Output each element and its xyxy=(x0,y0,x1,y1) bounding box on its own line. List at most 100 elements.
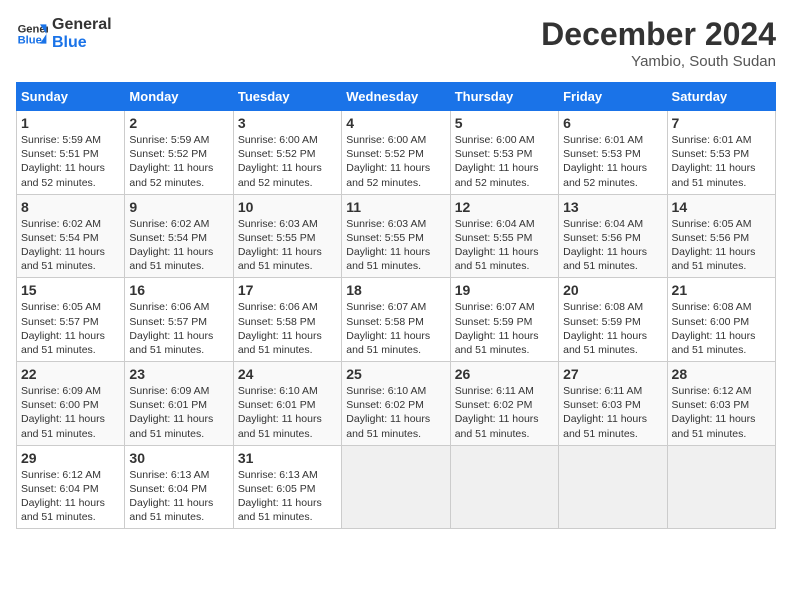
sunrise-label: Sunrise: 6:02 AM xyxy=(21,218,101,230)
day-number: 24 xyxy=(238,366,337,382)
location: Yambio, South Sudan xyxy=(541,53,776,70)
sunset-label: Sunset: 5:52 PM xyxy=(129,148,207,160)
daylight-minutes: and 51 minutes. xyxy=(129,428,204,440)
calendar-cell: 27 Sunrise: 6:11 AM Sunset: 6:03 PM Dayl… xyxy=(559,362,667,446)
day-info: Sunrise: 6:07 AM Sunset: 5:58 PM Dayligh… xyxy=(346,300,445,357)
day-number: 30 xyxy=(129,450,228,466)
daylight-label: Daylight: 11 hours xyxy=(455,246,539,258)
calendar-cell: 29 Sunrise: 6:12 AM Sunset: 6:04 PM Dayl… xyxy=(17,445,125,529)
sunrise-label: Sunrise: 6:00 AM xyxy=(455,134,535,146)
calendar-cell: 13 Sunrise: 6:04 AM Sunset: 5:56 PM Dayl… xyxy=(559,194,667,278)
sunrise-label: Sunrise: 6:08 AM xyxy=(563,301,643,313)
daylight-label: Daylight: 11 hours xyxy=(21,330,105,342)
day-number: 17 xyxy=(238,282,337,298)
day-number: 25 xyxy=(346,366,445,382)
calendar-week-row: 22 Sunrise: 6:09 AM Sunset: 6:00 PM Dayl… xyxy=(17,362,776,446)
day-number: 2 xyxy=(129,115,228,131)
weekday-header-thursday: Thursday xyxy=(450,83,558,111)
day-number: 26 xyxy=(455,366,554,382)
sunrise-label: Sunrise: 6:03 AM xyxy=(238,218,318,230)
sunrise-label: Sunrise: 6:11 AM xyxy=(563,385,642,397)
daylight-minutes: and 51 minutes. xyxy=(672,428,747,440)
calendar-cell: 23 Sunrise: 6:09 AM Sunset: 6:01 PM Dayl… xyxy=(125,362,233,446)
sunset-label: Sunset: 5:55 PM xyxy=(346,232,424,244)
day-info: Sunrise: 6:06 AM Sunset: 5:57 PM Dayligh… xyxy=(129,300,228,357)
calendar-cell: 10 Sunrise: 6:03 AM Sunset: 5:55 PM Dayl… xyxy=(233,194,341,278)
day-info: Sunrise: 6:11 AM Sunset: 6:03 PM Dayligh… xyxy=(563,384,662,441)
day-info: Sunrise: 6:05 AM Sunset: 5:56 PM Dayligh… xyxy=(672,217,771,274)
daylight-label: Daylight: 11 hours xyxy=(129,162,213,174)
calendar-cell: 8 Sunrise: 6:02 AM Sunset: 5:54 PM Dayli… xyxy=(17,194,125,278)
sunset-label: Sunset: 6:00 PM xyxy=(21,399,99,411)
day-info: Sunrise: 6:13 AM Sunset: 6:05 PM Dayligh… xyxy=(238,468,337,525)
daylight-minutes: and 51 minutes. xyxy=(238,511,313,523)
calendar-cell: 19 Sunrise: 6:07 AM Sunset: 5:59 PM Dayl… xyxy=(450,278,558,362)
sunset-label: Sunset: 6:04 PM xyxy=(129,483,207,495)
day-info: Sunrise: 6:00 AM Sunset: 5:53 PM Dayligh… xyxy=(455,133,554,190)
daylight-minutes: and 51 minutes. xyxy=(346,260,421,272)
calendar-cell xyxy=(559,445,667,529)
day-number: 18 xyxy=(346,282,445,298)
weekday-header-wednesday: Wednesday xyxy=(342,83,450,111)
sunset-label: Sunset: 6:01 PM xyxy=(238,399,316,411)
sunrise-label: Sunrise: 6:12 AM xyxy=(672,385,752,397)
day-number: 9 xyxy=(129,199,228,215)
daylight-minutes: and 51 minutes. xyxy=(563,344,638,356)
sunrise-label: Sunrise: 5:59 AM xyxy=(21,134,101,146)
sunrise-label: Sunrise: 6:09 AM xyxy=(129,385,209,397)
day-info: Sunrise: 6:08 AM Sunset: 5:59 PM Dayligh… xyxy=(563,300,662,357)
calendar-cell: 28 Sunrise: 6:12 AM Sunset: 6:03 PM Dayl… xyxy=(667,362,775,446)
calendar-cell: 9 Sunrise: 6:02 AM Sunset: 5:54 PM Dayli… xyxy=(125,194,233,278)
calendar-cell: 17 Sunrise: 6:06 AM Sunset: 5:58 PM Dayl… xyxy=(233,278,341,362)
sunrise-label: Sunrise: 6:01 AM xyxy=(563,134,643,146)
daylight-label: Daylight: 11 hours xyxy=(129,246,213,258)
daylight-minutes: and 52 minutes. xyxy=(21,177,96,189)
sunset-label: Sunset: 5:54 PM xyxy=(129,232,207,244)
sunset-label: Sunset: 5:59 PM xyxy=(563,316,641,328)
daylight-minutes: and 51 minutes. xyxy=(21,428,96,440)
sunset-label: Sunset: 6:04 PM xyxy=(21,483,99,495)
logo-icon: General Blue xyxy=(16,18,48,50)
sunset-label: Sunset: 6:02 PM xyxy=(455,399,533,411)
day-info: Sunrise: 6:00 AM Sunset: 5:52 PM Dayligh… xyxy=(346,133,445,190)
daylight-minutes: and 51 minutes. xyxy=(672,260,747,272)
day-number: 27 xyxy=(563,366,662,382)
day-number: 15 xyxy=(21,282,120,298)
weekday-header-saturday: Saturday xyxy=(667,83,775,111)
calendar-cell: 24 Sunrise: 6:10 AM Sunset: 6:01 PM Dayl… xyxy=(233,362,341,446)
day-number: 19 xyxy=(455,282,554,298)
sunrise-label: Sunrise: 6:03 AM xyxy=(346,218,426,230)
sunrise-label: Sunrise: 6:13 AM xyxy=(129,469,209,481)
daylight-label: Daylight: 11 hours xyxy=(455,162,539,174)
title-block: December 2024 Yambio, South Sudan xyxy=(541,16,776,70)
day-info: Sunrise: 6:03 AM Sunset: 5:55 PM Dayligh… xyxy=(346,217,445,274)
calendar-cell: 22 Sunrise: 6:09 AM Sunset: 6:00 PM Dayl… xyxy=(17,362,125,446)
daylight-label: Daylight: 11 hours xyxy=(346,413,430,425)
sunset-label: Sunset: 6:03 PM xyxy=(563,399,641,411)
sunset-label: Sunset: 5:58 PM xyxy=(346,316,424,328)
daylight-label: Daylight: 11 hours xyxy=(238,162,322,174)
daylight-label: Daylight: 11 hours xyxy=(455,330,539,342)
logo: General Blue General Blue xyxy=(16,16,112,51)
daylight-minutes: and 51 minutes. xyxy=(238,428,313,440)
day-info: Sunrise: 6:06 AM Sunset: 5:58 PM Dayligh… xyxy=(238,300,337,357)
day-info: Sunrise: 6:11 AM Sunset: 6:02 PM Dayligh… xyxy=(455,384,554,441)
daylight-minutes: and 51 minutes. xyxy=(346,428,421,440)
day-number: 13 xyxy=(563,199,662,215)
daylight-label: Daylight: 11 hours xyxy=(672,413,756,425)
daylight-label: Daylight: 11 hours xyxy=(672,246,756,258)
calendar-week-row: 29 Sunrise: 6:12 AM Sunset: 6:04 PM Dayl… xyxy=(17,445,776,529)
calendar-cell: 21 Sunrise: 6:08 AM Sunset: 6:00 PM Dayl… xyxy=(667,278,775,362)
sunrise-label: Sunrise: 6:12 AM xyxy=(21,469,101,481)
sunrise-label: Sunrise: 6:02 AM xyxy=(129,218,209,230)
sunset-label: Sunset: 6:05 PM xyxy=(238,483,316,495)
calendar-cell: 31 Sunrise: 6:13 AM Sunset: 6:05 PM Dayl… xyxy=(233,445,341,529)
daylight-label: Daylight: 11 hours xyxy=(21,246,105,258)
sunset-label: Sunset: 5:57 PM xyxy=(21,316,99,328)
day-number: 10 xyxy=(238,199,337,215)
daylight-minutes: and 51 minutes. xyxy=(455,428,530,440)
day-info: Sunrise: 5:59 AM Sunset: 5:52 PM Dayligh… xyxy=(129,133,228,190)
daylight-label: Daylight: 11 hours xyxy=(129,497,213,509)
sunset-label: Sunset: 5:53 PM xyxy=(563,148,641,160)
month-title: December 2024 xyxy=(541,16,776,53)
